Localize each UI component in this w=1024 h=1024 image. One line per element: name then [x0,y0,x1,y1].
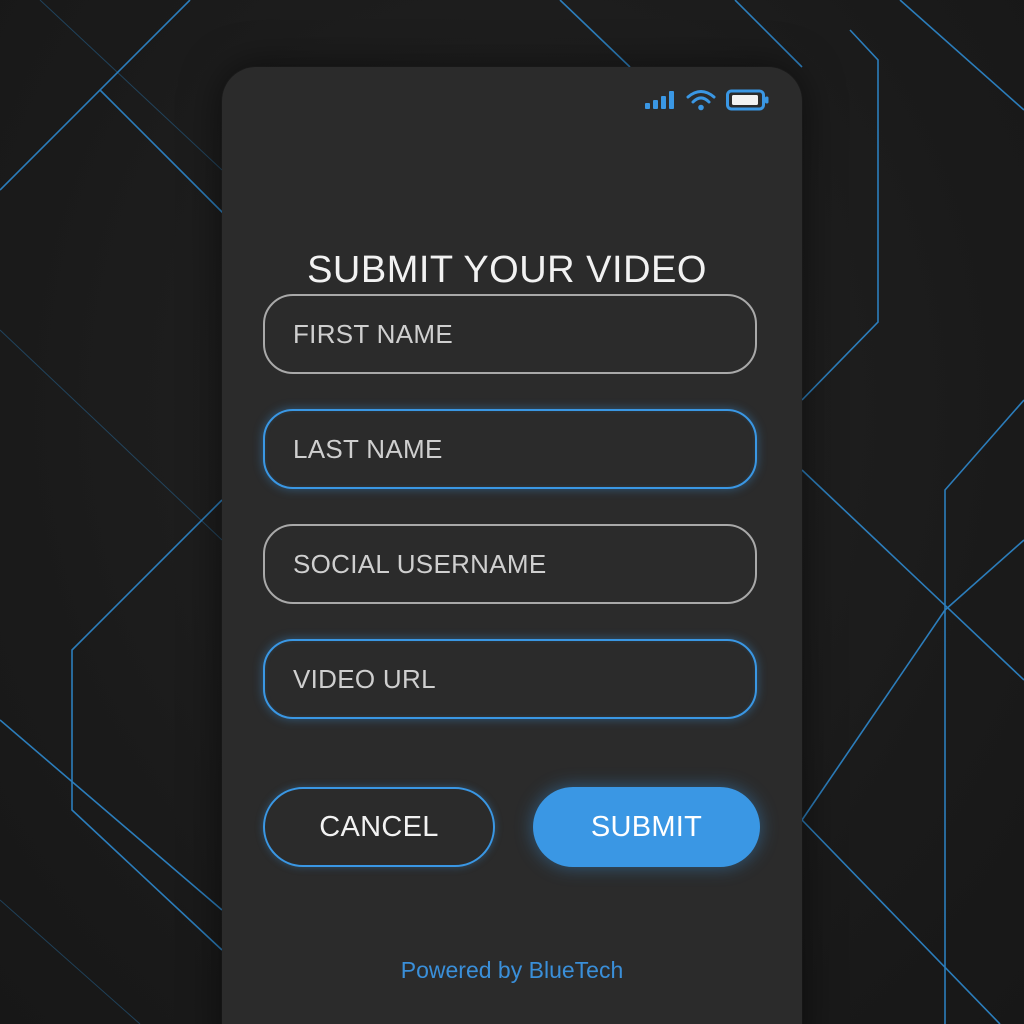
cancel-button[interactable]: CANCEL [263,787,495,867]
first-name-field[interactable] [263,294,757,374]
status-bar [644,89,770,111]
footer-powered-by: Powered by BlueTech [400,957,624,983]
last-name-field[interactable] [263,409,757,489]
phone-panel: SUBMIT YOUR VIDEO CANCEL SUBMIT Powered … [222,67,802,1024]
signal-icon [644,90,676,110]
first-name-input[interactable] [293,318,755,350]
social-username-input[interactable] [293,548,755,580]
submit-button[interactable]: SUBMIT [533,787,760,867]
wifi-icon [686,89,716,111]
last-name-input[interactable] [293,433,755,465]
video-url-input[interactable] [293,663,755,695]
battery-icon [726,89,770,111]
social-username-field[interactable] [263,524,757,604]
page-title: SUBMIT YOUR VIDEO [307,249,707,291]
app-screen: SUBMIT YOUR VIDEO CANCEL SUBMIT Powered … [0,0,1024,1024]
video-url-field[interactable] [263,639,757,719]
